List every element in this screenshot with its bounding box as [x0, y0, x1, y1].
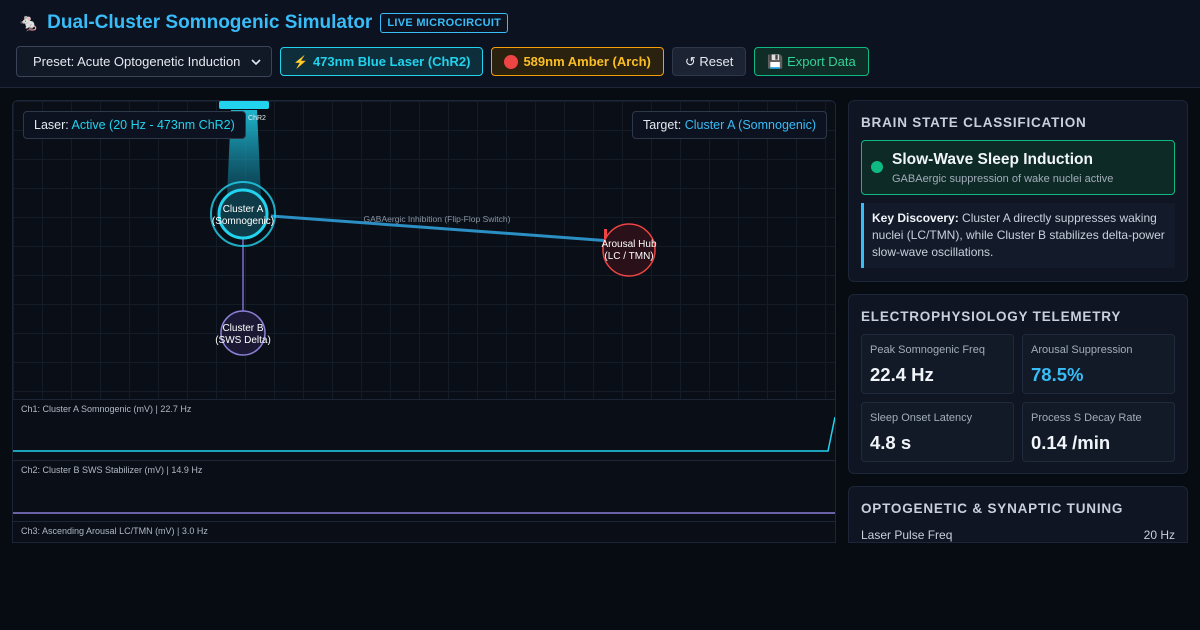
brain-state-card: BRAIN STATE CLASSIFICATION Slow-Wave Sle… [848, 100, 1188, 282]
circuit-panel: ChR2 GABAergic Inhibition (Flip-Flop Swi… [12, 100, 836, 543]
telemetry-title: ELECTROPHYSIOLOGY TELEMETRY [861, 309, 1122, 324]
cluster-b-name: Cluster B [222, 323, 263, 334]
trace-label-ch3: Ch3: Ascending Arousal LC/TMN (mV) | 3.0… [21, 526, 208, 536]
discovery-label: Key Discovery: [872, 211, 959, 225]
metric-value: 22.4 Hz [870, 364, 934, 385]
metric-label: Peak Somnogenic Freq [870, 344, 985, 356]
preset-select-value: Preset: Acute Optogenetic Induction [33, 54, 241, 69]
cluster-b-type: (SWS Delta) [215, 335, 271, 346]
arousal-hub-name: Arousal Hub [601, 239, 656, 250]
target-prefix: Target: [643, 118, 685, 132]
trace-channel-3: Ch3: Ascending Arousal LC/TMN (mV) | 3.0… [13, 521, 835, 542]
laser-status-label: Laser: Active (20 Hz - 473nm ChR2) [23, 111, 246, 139]
laser-fiber-tip[interactable] [219, 101, 269, 109]
blue-laser-label: 473nm Blue Laser (ChR2) [312, 54, 471, 69]
trace-ch1-plot [13, 416, 835, 452]
reset-button[interactable]: ↺ Reset [671, 47, 747, 76]
lightning-icon: ⚡ [293, 54, 308, 69]
tuning-title: OPTOGENETIC & SYNAPTIC TUNING [861, 501, 1124, 516]
laser-status-prefix: Laser: [34, 118, 72, 132]
metric-label: Process S Decay Rate [1031, 412, 1142, 424]
telemetry-card: ELECTROPHYSIOLOGY TELEMETRY Peak Somnoge… [848, 294, 1188, 474]
brain-state-title: BRAIN STATE CLASSIFICATION [861, 115, 1087, 130]
state-title: Slow-Wave Sleep Induction [892, 151, 1093, 168]
chevron-down-icon [251, 58, 261, 65]
state-subtitle: GABAergic suppression of wake nuclei act… [892, 173, 1114, 185]
cluster-b-node[interactable]: Cluster B (SWS Delta) [215, 310, 271, 356]
circuit-diagram: ChR2 GABAergic Inhibition (Flip-Flop Swi… [210, 101, 657, 356]
trace-ch1-line [13, 416, 835, 452]
metric-label: Arousal Suppression [1031, 344, 1133, 356]
metric-value: 4.8 s [870, 432, 912, 453]
metric-label: Sleep Onset Latency [870, 412, 973, 424]
amber-laser-button[interactable]: 589nm Amber (Arch) [491, 47, 664, 76]
arousal-hub-type: (LC / TMN) [604, 251, 653, 262]
metric-sleep-onset: Sleep Onset Latency 4.8 s [861, 402, 1014, 462]
preset-select[interactable]: Preset: Acute Optogenetic Induction [16, 46, 272, 77]
tuning-label: Laser Pulse Freq [861, 528, 953, 542]
cluster-a-node[interactable]: Cluster A (Somnogenic) [210, 181, 276, 247]
metric-peak-freq: Peak Somnogenic Freq 22.4 Hz [861, 334, 1014, 394]
mouse-logo-icon: 🐁 [18, 13, 40, 32]
amber-laser-label: 589nm Amber (Arch) [523, 54, 651, 69]
trace-channel-1: Ch1: Cluster A Somnogenic (mV) | 22.7 Hz [13, 399, 835, 460]
arousal-hub-node[interactable]: Arousal Hub (LC / TMN) [601, 223, 657, 277]
toolbar: Preset: Acute Optogenetic Induction ⚡ 47… [16, 46, 1184, 77]
export-label: 💾 Export Data [767, 53, 856, 69]
tuning-card: OPTOGENETIC & SYNAPTIC TUNING Laser Puls… [848, 486, 1188, 543]
state-indicator: Slow-Wave Sleep Induction GABAergic supp… [861, 140, 1175, 195]
target-label: Target: Cluster A (Somnogenic) [632, 111, 827, 139]
connection-label: GABAergic Inhibition (Flip-Flop Switch) [364, 214, 511, 224]
cluster-a-name: Cluster A [223, 204, 264, 215]
metric-arousal-suppression: Arousal Suppression 78.5% [1022, 334, 1175, 394]
tuning-value: 20 Hz [1143, 528, 1175, 542]
circuit-canvas[interactable]: ChR2 GABAergic Inhibition (Flip-Flop Swi… [13, 101, 835, 399]
key-discovery-note: Key Discovery: Cluster A directly suppre… [861, 203, 1175, 268]
trace-channel-2: Ch2: Cluster B SWS Stabilizer (mV) | 14.… [13, 460, 835, 521]
live-badge: LIVE MICROCIRCUIT [380, 13, 509, 33]
app-title: Dual-Cluster Somnogenic Simulator [47, 12, 373, 33]
target-value: Cluster A (Somnogenic) [684, 118, 816, 132]
metric-value: 0.14 /min [1031, 432, 1111, 453]
export-data-button[interactable]: 💾 Export Data [754, 47, 869, 76]
right-sidebar: BRAIN STATE CLASSIFICATION Slow-Wave Sle… [848, 100, 1188, 543]
reset-label: ↺ Reset [684, 53, 734, 69]
metric-decay-rate: Process S Decay Rate 0.14 /min [1022, 402, 1175, 462]
cluster-a-type: (Somnogenic) [212, 216, 274, 227]
trace-ch2-plot [13, 512, 835, 514]
blue-laser-button[interactable]: ⚡ 473nm Blue Laser (ChR2) [280, 47, 484, 76]
stop-circle-icon [504, 54, 519, 69]
tuning-row-laser-freq[interactable]: Laser Pulse Freq 20 Hz [861, 528, 1175, 542]
metric-value: 78.5% [1031, 364, 1084, 385]
metrics-grid: Peak Somnogenic Freq 22.4 Hz Arousal Sup… [861, 334, 1175, 462]
laser-status-value: Active (20 Hz - 473nm ChR2) [71, 118, 235, 132]
status-dot-icon [871, 161, 883, 173]
chr2-label: ChR2 [248, 115, 266, 122]
app-header: 🐁 Dual-Cluster Somnogenic Simulator LIVE… [0, 0, 1200, 88]
